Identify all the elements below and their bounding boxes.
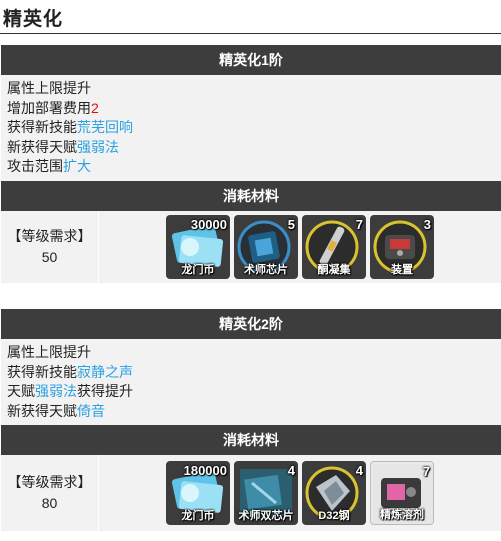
phase-2-materials-header: 消耗材料 bbox=[1, 425, 501, 455]
effect-line: 属性上限提升 bbox=[7, 343, 495, 363]
effect-line: 新获得天赋强弱法 bbox=[7, 138, 495, 158]
phase-2-header: 精英化2阶 bbox=[1, 309, 501, 339]
effect-text: 属性上限提升 bbox=[7, 344, 91, 360]
phase-2-materials: 【等级需求】 80 180000 龙门币 4 术师双芯片 4 D32钢 7 精炼… bbox=[1, 455, 501, 531]
effect-line: 攻击范围扩大 bbox=[7, 157, 495, 177]
material-count: 30000 bbox=[190, 216, 227, 232]
phase-1-materials-header: 消耗材料 bbox=[1, 180, 501, 211]
talent-link[interactable]: 强弱法 bbox=[77, 139, 119, 155]
effect-text: 新获得天赋 bbox=[7, 402, 77, 419]
material-name: 龙门币 bbox=[181, 510, 215, 522]
material-list: 30000 龙门币 5 术师芯片 7 酮凝集 3 装置 bbox=[99, 211, 501, 283]
level-requirement: 【等级需求】 50 bbox=[1, 210, 99, 283]
effect-text: 获得新技能 bbox=[7, 363, 77, 380]
material-name: 术师芯片 bbox=[244, 263, 288, 276]
phase-1-materials: 【等级需求】 50 30000 龙门币 5 术师芯片 7 酮凝集 3 装置 bbox=[1, 210, 501, 283]
phase-1-header: 精英化1阶 bbox=[1, 45, 501, 75]
level-requirement-label: 【等级需求】 bbox=[7, 474, 92, 490]
elite-phase-2: 精英化2阶 属性上限提升 获得新技能寂静之声 天赋强弱法获得提升 新获得天赋倚音… bbox=[1, 309, 501, 531]
material-count: 7 bbox=[422, 464, 430, 479]
level-requirement: 【等级需求】 80 bbox=[1, 455, 99, 531]
effect-line: 天赋强弱法获得提升 bbox=[7, 382, 495, 402]
effect-suffix: 获得提升 bbox=[77, 383, 133, 399]
material-name: 装置 bbox=[391, 263, 413, 276]
material-list: 180000 龙门币 4 术师双芯片 4 D32钢 7 精炼溶剂 bbox=[99, 455, 501, 531]
effect-text: 增加部署费用 bbox=[7, 99, 91, 116]
effect-line: 获得新技能荒芜回响 bbox=[7, 118, 495, 138]
material-count: 180000 bbox=[183, 463, 227, 478]
skill-link[interactable]: 寂静之声 bbox=[77, 364, 133, 380]
material-count: 3 bbox=[423, 216, 431, 232]
effect-line: 属性上限提升 bbox=[7, 79, 495, 99]
material-count: 5 bbox=[287, 216, 295, 232]
material-name: 酮凝集 bbox=[317, 263, 351, 276]
material-count: 4 bbox=[287, 463, 295, 478]
title-divider bbox=[0, 33, 501, 34]
material-count: 4 bbox=[355, 463, 363, 478]
material-item-refined-solvent[interactable]: 7 精炼溶剂 bbox=[370, 461, 434, 525]
effect-line: 新获得天赋倚音 bbox=[7, 402, 495, 422]
skill-link[interactable]: 荒芜回响 bbox=[77, 119, 133, 135]
phase-2-effects: 属性上限提升 获得新技能寂静之声 天赋强弱法获得提升 新获得天赋倚音 bbox=[1, 339, 501, 425]
material-item-lmd[interactable]: 180000 龙门币 bbox=[166, 461, 230, 525]
level-requirement-value: 50 bbox=[41, 248, 58, 265]
phase-1-effects: 属性上限提升 增加部署费用2 获得新技能荒芜回响 新获得天赋强弱法 攻击范围扩大 bbox=[1, 75, 501, 181]
material-name: D32钢 bbox=[318, 510, 350, 522]
material-name: 龙门币 bbox=[181, 263, 215, 276]
effect-text: 属性上限提升 bbox=[7, 80, 91, 96]
effect-text: 新获得天赋 bbox=[7, 138, 77, 155]
material-item-oriron[interactable]: 7 酮凝集 bbox=[302, 214, 366, 279]
level-requirement-value: 80 bbox=[41, 495, 58, 511]
level-requirement-label: 【等级需求】 bbox=[7, 227, 92, 244]
deploy-cost-increase: 2 bbox=[91, 99, 99, 116]
talent-link[interactable]: 倚音 bbox=[77, 403, 105, 419]
material-item-device[interactable]: 3 装置 bbox=[370, 214, 434, 279]
talent-link[interactable]: 强弱法 bbox=[35, 383, 77, 399]
elite-phase-1: 精英化1阶 属性上限提升 增加部署费用2 获得新技能荒芜回响 新获得天赋强弱法 … bbox=[1, 45, 501, 283]
material-name: 术师双芯片 bbox=[238, 510, 294, 522]
material-name: 精炼溶剂 bbox=[380, 509, 424, 521]
material-item-caster-dualchip[interactable]: 4 术师双芯片 bbox=[234, 461, 298, 525]
material-item-caster-chip[interactable]: 5 术师芯片 bbox=[234, 214, 298, 279]
effect-line: 获得新技能寂静之声 bbox=[7, 363, 495, 383]
effect-text: 攻击范围 bbox=[7, 158, 63, 174]
material-count: 7 bbox=[355, 216, 363, 232]
page-title: 精英化 bbox=[3, 9, 64, 30]
range-link[interactable]: 扩大 bbox=[63, 158, 91, 174]
material-item-d32-steel[interactable]: 4 D32钢 bbox=[302, 461, 366, 525]
material-item-lmd[interactable]: 30000 龙门币 bbox=[166, 214, 230, 279]
effect-text: 天赋 bbox=[7, 383, 35, 399]
effect-line: 增加部署费用2 bbox=[7, 99, 495, 119]
effect-text: 获得新技能 bbox=[7, 119, 77, 135]
